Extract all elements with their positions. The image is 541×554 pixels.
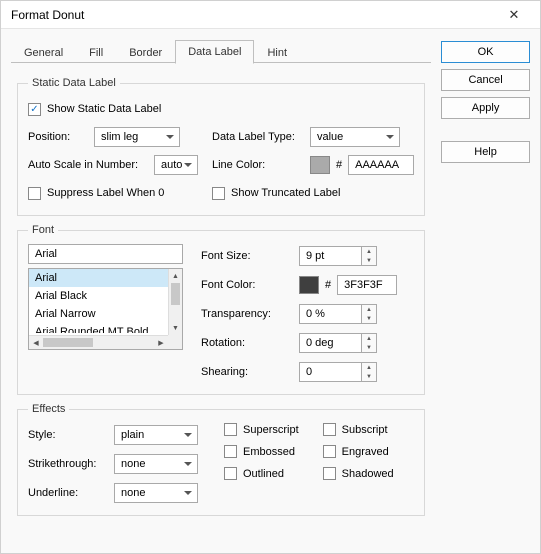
- label-shearing: Shearing:: [201, 366, 293, 378]
- hash-fontcolor: #: [325, 279, 331, 291]
- scroll-down-icon[interactable]: ▼: [169, 321, 182, 335]
- swatch-linecolor[interactable]: [310, 156, 330, 174]
- group-static-data-label: Static Data Label ✓ Show Static Data Lab…: [17, 77, 425, 216]
- label-position: Position:: [28, 131, 88, 143]
- scroll-thumb[interactable]: [43, 338, 93, 347]
- checkbox-suppress[interactable]: [28, 187, 41, 200]
- label-subscript: Subscript: [342, 424, 388, 436]
- tab-general[interactable]: General: [11, 41, 76, 64]
- checkbox-outlined[interactable]: [224, 467, 237, 480]
- tab-hint[interactable]: Hint: [254, 41, 300, 64]
- tab-border[interactable]: Border: [116, 41, 175, 64]
- input-font-name[interactable]: Arial: [28, 244, 183, 264]
- label-show-static: Show Static Data Label: [47, 103, 161, 115]
- list-item[interactable]: Arial Black: [29, 287, 182, 305]
- label-truncated: Show Truncated Label: [231, 187, 340, 199]
- checkbox-truncated[interactable]: [212, 187, 225, 200]
- label-embossed: Embossed: [243, 446, 295, 458]
- label-type: Data Label Type:: [212, 131, 304, 143]
- list-item[interactable]: Arial: [29, 269, 182, 287]
- spin-down-icon[interactable]: ▼: [362, 343, 376, 352]
- spin-down-icon[interactable]: ▼: [362, 372, 376, 381]
- select-underline[interactable]: none: [114, 483, 198, 503]
- tab-data-label[interactable]: Data Label: [175, 40, 254, 64]
- listbox-fonts[interactable]: Arial Arial Black Arial Narrow Arial Rou…: [28, 268, 183, 350]
- label-style: Style:: [28, 429, 108, 441]
- close-button[interactable]: ✕: [494, 3, 534, 27]
- window-title: Format Donut: [11, 8, 494, 22]
- checkbox-show-static[interactable]: ✓: [28, 103, 41, 116]
- select-style[interactable]: plain: [114, 425, 198, 445]
- scrollbar-horizontal[interactable]: ◀ ▶: [29, 335, 168, 349]
- spinner-shearing[interactable]: 0 ▲▼: [299, 362, 377, 382]
- list-item[interactable]: Arial Narrow: [29, 305, 182, 323]
- spin-up-icon[interactable]: ▲: [362, 363, 376, 372]
- label-fontsize: Font Size:: [201, 250, 293, 262]
- label-linecolor: Line Color:: [212, 159, 304, 171]
- label-superscript: Superscript: [243, 424, 299, 436]
- scrollbar-vertical[interactable]: ▲ ▼: [168, 269, 182, 335]
- checkbox-embossed[interactable]: [224, 445, 237, 458]
- select-strike[interactable]: none: [114, 454, 198, 474]
- label-rotation: Rotation:: [201, 337, 293, 349]
- spin-down-icon[interactable]: ▼: [362, 314, 376, 323]
- scroll-left-icon[interactable]: ◀: [29, 336, 43, 349]
- titlebar: Format Donut ✕: [1, 1, 540, 29]
- scroll-up-icon[interactable]: ▲: [169, 269, 182, 283]
- label-suppress: Suppress Label When 0: [47, 187, 164, 199]
- legend-font: Font: [28, 224, 58, 236]
- label-outlined: Outlined: [243, 468, 284, 480]
- checkbox-shadowed[interactable]: [323, 467, 336, 480]
- tab-fill[interactable]: Fill: [76, 41, 116, 64]
- tab-strip: General Fill Border Data Label Hint: [11, 39, 431, 63]
- spin-down-icon[interactable]: ▼: [362, 256, 376, 265]
- input-linecolor-hex[interactable]: AAAAAA: [348, 155, 414, 175]
- checkbox-engraved[interactable]: [323, 445, 336, 458]
- spinner-fontsize[interactable]: 9 pt ▲▼: [299, 246, 377, 266]
- label-autoscale: Auto Scale in Number:: [28, 159, 148, 171]
- select-autoscale[interactable]: auto: [154, 155, 198, 175]
- label-engraved: Engraved: [342, 446, 389, 458]
- label-fontcolor: Font Color:: [201, 279, 293, 291]
- checkbox-subscript[interactable]: [323, 423, 336, 436]
- label-transparency: Transparency:: [201, 308, 293, 320]
- checkbox-superscript[interactable]: [224, 423, 237, 436]
- scroll-thumb[interactable]: [171, 283, 180, 305]
- hash-linecolor: #: [336, 159, 342, 171]
- list-item[interactable]: Arial Rounded MT Bold: [29, 323, 182, 333]
- label-underline: Underline:: [28, 487, 108, 499]
- group-effects: Effects Style: plain Strikethrough: none: [17, 403, 425, 516]
- cancel-button[interactable]: Cancel: [441, 69, 530, 91]
- help-button[interactable]: Help: [441, 141, 530, 163]
- spinner-rotation[interactable]: 0 deg ▲▼: [299, 333, 377, 353]
- ok-button[interactable]: OK: [441, 41, 530, 63]
- label-shadowed: Shadowed: [342, 468, 394, 480]
- dialog-format-donut: Format Donut ✕ General Fill Border Data …: [0, 0, 541, 554]
- scroll-right-icon[interactable]: ▶: [154, 336, 168, 349]
- spin-up-icon[interactable]: ▲: [362, 305, 376, 314]
- input-fontcolor-hex[interactable]: 3F3F3F: [337, 275, 397, 295]
- apply-button[interactable]: Apply: [441, 97, 530, 119]
- select-position[interactable]: slim leg: [94, 127, 180, 147]
- legend-effects: Effects: [28, 403, 69, 415]
- select-type[interactable]: value: [310, 127, 400, 147]
- swatch-fontcolor[interactable]: [299, 276, 319, 294]
- spinner-transparency[interactable]: 0 % ▲▼: [299, 304, 377, 324]
- legend-static: Static Data Label: [28, 77, 120, 89]
- spin-up-icon[interactable]: ▲: [362, 247, 376, 256]
- label-strike: Strikethrough:: [28, 458, 108, 470]
- spin-up-icon[interactable]: ▲: [362, 334, 376, 343]
- group-font: Font Arial Arial Arial Black Arial Narro…: [17, 224, 425, 395]
